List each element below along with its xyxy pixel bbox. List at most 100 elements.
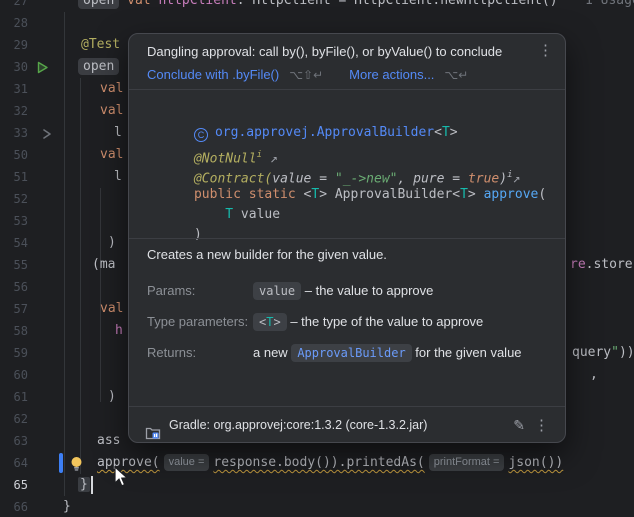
shortcut-hint: ⌥⇧↵	[289, 68, 324, 82]
conclude-with-byfile-link[interactable]: Conclude with .byFile()	[147, 67, 279, 82]
code-text: response.body()).printedAs(	[213, 455, 425, 470]
code-text: @Test	[81, 37, 121, 52]
code-text: val	[127, 0, 159, 8]
code-text: h	[115, 323, 123, 338]
line-number: 50	[13, 148, 28, 162]
code-text: ass	[97, 433, 121, 448]
code-fragment: }	[78, 474, 90, 496]
code-text: val	[100, 103, 124, 118]
line-number: 29	[13, 38, 28, 52]
code-text: query	[572, 345, 612, 360]
code-text: ))	[618, 345, 634, 360]
code-text: open	[78, 58, 120, 75]
code-text: "	[611, 345, 619, 360]
line-number: 55	[13, 258, 28, 272]
doc-class-line: Corg.approvej.ApprovalBuilder<T>	[147, 100, 546, 142]
doc-params-row: Params: value – the value to approve	[147, 282, 434, 300]
inlay-parameter-hint: value =	[163, 454, 210, 471]
editor-line-27[interactable]: 27 open val httpClient: HttpClient = Http…	[0, 0, 634, 12]
code-fragment: val	[100, 78, 123, 100]
code-text: open	[78, 0, 120, 9]
line-number: 66	[13, 500, 28, 514]
class-reference[interactable]: org.approvej.ApprovalBuilder	[215, 125, 434, 140]
popup-more-icon[interactable]: ⋮	[538, 41, 553, 59]
line-number: 64	[13, 456, 28, 470]
line-number: 51	[13, 170, 28, 184]
line-number: 53	[13, 214, 28, 228]
code-text: .store	[585, 257, 633, 272]
inlay-parameter-hint: printFormat =	[428, 454, 505, 471]
code-text: )	[108, 235, 116, 250]
class-icon: C	[193, 128, 208, 142]
more-actions-link[interactable]: More actions...	[349, 67, 434, 82]
code-text: val	[100, 301, 124, 316]
code-fragment: ass	[97, 430, 120, 452]
doc-footer: Gradle: org.approvej:core:1.3.2 (core-1.…	[129, 406, 565, 443]
line-number: 32	[13, 104, 28, 118]
editor-line-28[interactable]: 28	[0, 12, 634, 34]
edit-icon[interactable]: ✎	[513, 407, 525, 444]
line-number: 56	[13, 280, 28, 294]
code-text: json())	[508, 455, 564, 470]
code-text: )	[108, 389, 116, 404]
code-fragment: val	[100, 100, 123, 122]
code-fragment: l	[114, 122, 122, 144]
line-number: 61	[13, 390, 28, 404]
code-fragment: open val httpClient: HttpClient = HttpCl…	[78, 0, 558, 12]
mouse-cursor	[114, 465, 130, 493]
editor-line-65[interactable]: 65}	[0, 474, 634, 496]
line-number: 28	[13, 16, 28, 30]
line-number: 54	[13, 236, 28, 250]
separator	[129, 89, 565, 90]
code-text: ,	[590, 367, 598, 382]
line-number: 57	[13, 302, 28, 316]
editor-line-66[interactable]: 66}	[0, 496, 634, 517]
code-text: httpClient	[158, 0, 237, 8]
doc-typeparams-row: Type parameters: <T> – the type of the va…	[147, 313, 484, 331]
line-number: 59	[13, 346, 28, 360]
code-text: val	[100, 147, 124, 162]
code-fragment: re.store	[570, 254, 633, 276]
code-text: l	[114, 169, 122, 184]
shortcut-hint: ⌥↵	[444, 68, 469, 82]
code-fragment: h	[115, 320, 123, 342]
line-number: 31	[13, 82, 28, 96]
code-fragment: 1 Usage	[585, 0, 634, 12]
doc-returns-row: Returns: a new ApprovalBuilder for the gi…	[147, 344, 522, 362]
code-fragment: query"))	[572, 342, 634, 364]
documentation-popup: Dangling approval: call by(), byFile(), …	[128, 33, 566, 443]
code-fragment: (ma	[92, 254, 115, 276]
text-caret	[91, 476, 93, 494]
code-fragment: l	[114, 166, 122, 188]
code-text: re	[570, 257, 586, 272]
param-chip: value	[253, 282, 302, 300]
code-fragment: open	[78, 56, 120, 78]
code-fragment: ,	[590, 364, 598, 386]
code-fragment: val	[100, 298, 123, 320]
code-fragment: @Test	[81, 34, 120, 56]
editor-line-64[interactable]: 64 approve(value = response.body()).printe…	[0, 452, 634, 474]
line-number: 62	[13, 412, 28, 426]
code-fragment: )	[108, 232, 116, 254]
returns-chip[interactable]: ApprovalBuilder	[291, 344, 412, 362]
code-fragment: }	[63, 496, 71, 517]
library-icon	[145, 418, 161, 455]
library-coordinates: Gradle: org.approvej:core:1.3.2 (core-1.…	[169, 418, 428, 432]
line-number: 33	[13, 126, 28, 140]
code-text: : HttpClient = HttpClient.newHttpClient(…	[236, 0, 558, 8]
warning-message: Dangling approval: call by(), byFile(), …	[147, 44, 503, 59]
separator	[129, 238, 565, 239]
code-text: (ma	[92, 257, 116, 272]
warning-actions: Conclude with .byFile() ⌥⇧↵ More actions..…	[147, 67, 468, 82]
code-fragment: )	[108, 386, 116, 408]
code-text: val	[100, 81, 124, 96]
footer-more-icon[interactable]: ⋮	[534, 407, 549, 444]
line-number: 60	[13, 368, 28, 382]
code-text: 1 Usage	[585, 0, 634, 8]
doc-signature-block: Corg.approvej.ApprovalBuilder<T> @NotNul…	[147, 100, 546, 242]
code-text: l	[114, 125, 122, 140]
code-text: }	[78, 477, 90, 492]
vcs-change-marker	[59, 453, 63, 473]
code-text: }	[63, 499, 71, 514]
